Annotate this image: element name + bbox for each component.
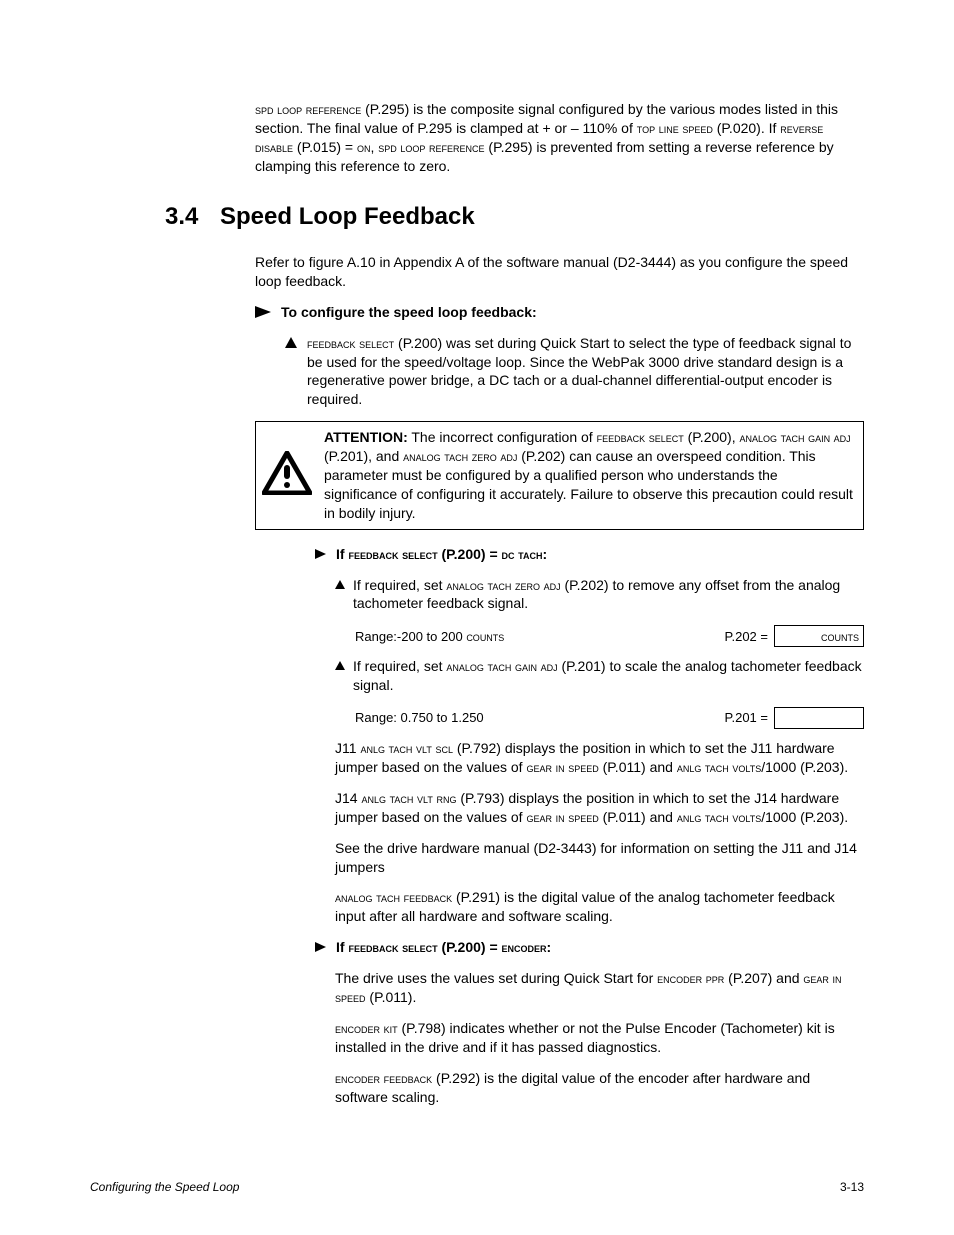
section-heading: 3.4 Speed Loop Feedback xyxy=(165,201,864,233)
play-marker-small-icon xyxy=(315,942,326,952)
see-drive-paragraph: See the drive hardware manual (D2-3443) … xyxy=(335,839,864,877)
dc-step1-text: If required, set analog tach zero adj (P… xyxy=(353,576,864,614)
refer-paragraph: Refer to figure A.10 in Appendix A of th… xyxy=(255,253,864,291)
analog-feedback-paragraph: analog tach feedback (P.291) is the digi… xyxy=(335,888,864,926)
param-label-p201: P.201 = xyxy=(724,709,768,727)
configure-heading: To configure the speed loop feedback: xyxy=(281,303,537,322)
play-marker-small-icon xyxy=(315,549,326,559)
step-feedback-select: feedback select (P.200) was set during Q… xyxy=(285,334,864,410)
page-footer: Configuring the Speed Loop 3-13 xyxy=(90,1179,864,1195)
range-text-p201: Range: 0.750 to 1.250 xyxy=(355,709,718,727)
dc-step2: If required, set analog tach gain adj (P… xyxy=(335,657,864,695)
configure-heading-row: To configure the speed loop feedback: xyxy=(255,303,864,322)
footer-page-number: 3-13 xyxy=(840,1179,864,1195)
attention-box: ATTENTION: The incorrect configuration o… xyxy=(255,421,864,529)
step-text: feedback select (P.200) was set during Q… xyxy=(307,334,864,410)
value-box-p202[interactable]: counts xyxy=(774,625,864,647)
intro-paragraph: spd loop reference (P.295) is the compos… xyxy=(255,100,864,176)
encoder-p1: The drive uses the values set during Qui… xyxy=(335,969,864,1007)
dc-step1: If required, set analog tach zero adj (P… xyxy=(335,576,864,614)
if-encoder-row: If feedback select (P.200) = encoder: xyxy=(315,938,864,957)
range-row-p202: Range:-200 to 200 counts P.202 = counts xyxy=(355,625,864,647)
footer-left: Configuring the Speed Loop xyxy=(90,1179,239,1195)
play-marker-icon xyxy=(255,306,271,318)
up-triangle-small-icon xyxy=(335,580,345,589)
dc-step2-text: If required, set analog tach gain adj (P… xyxy=(353,657,864,695)
unit-label-p202: counts xyxy=(821,628,859,646)
section-number: 3.4 xyxy=(165,201,220,233)
j14-paragraph: J14 anlg tach vlt rng (P.793) displays t… xyxy=(335,789,864,827)
range-row-p201: Range: 0.750 to 1.250 P.201 = xyxy=(355,707,864,729)
warning-icon xyxy=(262,451,312,500)
if-encoder-text: If feedback select (P.200) = encoder: xyxy=(336,938,551,957)
attention-text: ATTENTION: The incorrect configuration o… xyxy=(324,428,853,522)
up-triangle-icon xyxy=(285,337,297,348)
encoder-p3: encoder feedback (P.292) is the digital … xyxy=(335,1069,864,1107)
range-text-p202: Range:-200 to 200 counts xyxy=(355,628,718,646)
encoder-p2: encoder kit (P.798) indicates whether or… xyxy=(335,1019,864,1057)
param-label-p202: P.202 = xyxy=(724,628,768,646)
value-box-p201[interactable] xyxy=(774,707,864,729)
if-dc-tach-row: If feedback select (P.200) = dc tach: xyxy=(315,545,864,564)
up-triangle-small-icon xyxy=(335,661,345,670)
j11-paragraph: J11 anlg tach vlt scl (P.792) displays t… xyxy=(335,739,864,777)
section-title: Speed Loop Feedback xyxy=(220,201,475,233)
if-dc-tach-text: If feedback select (P.200) = dc tach: xyxy=(336,545,547,564)
